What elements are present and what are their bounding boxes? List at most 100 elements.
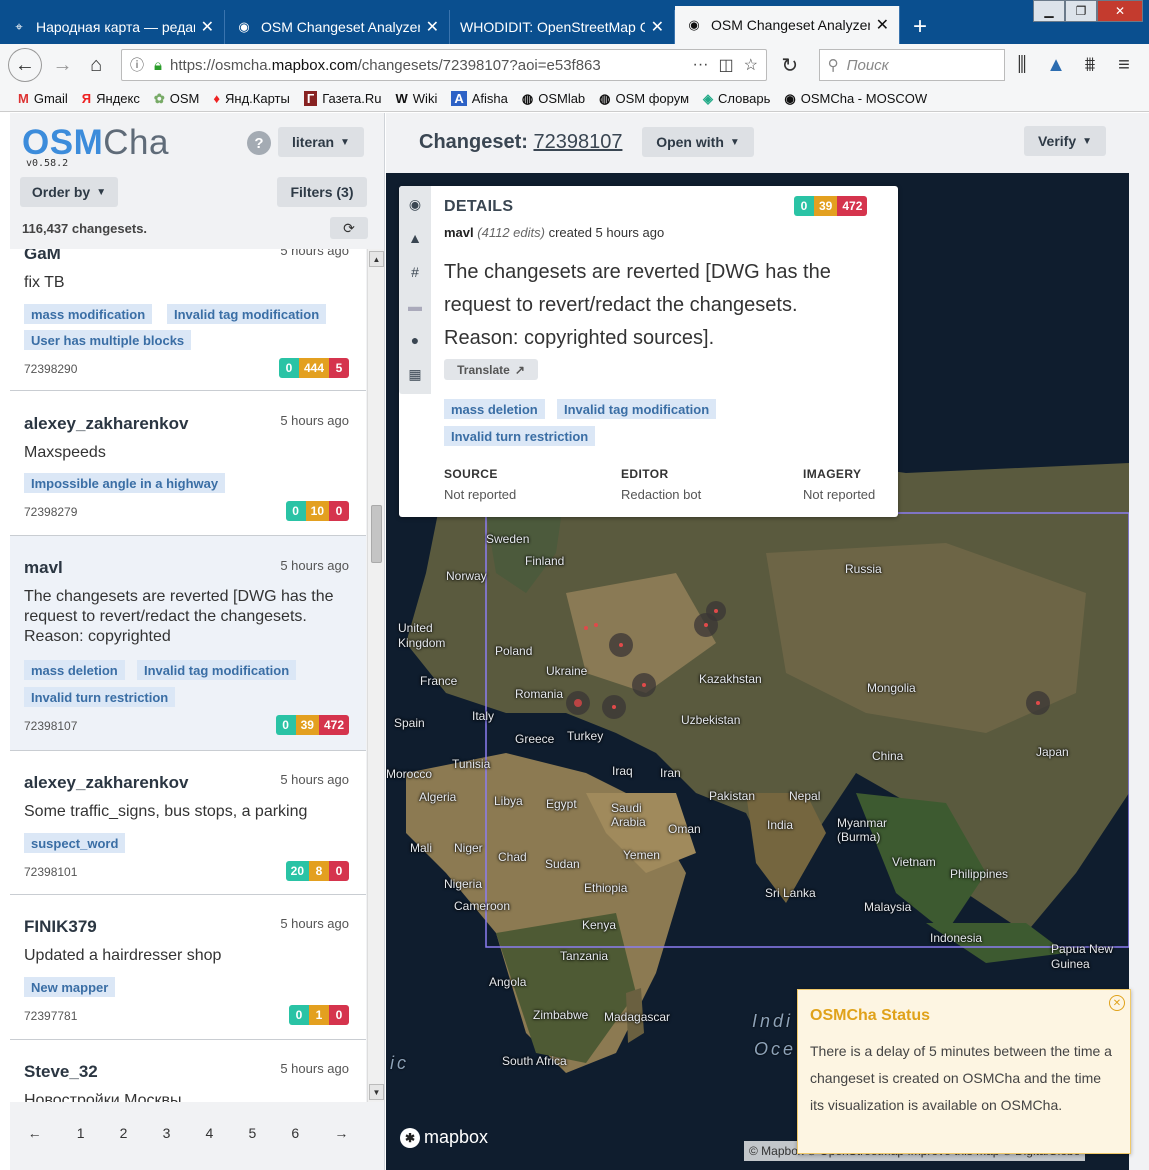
forward-button[interactable]: → xyxy=(46,48,80,82)
refresh-icon[interactable]: ⟳ xyxy=(330,217,368,239)
browser-tab-4[interactable]: ◉ OSM Changeset Analyzer ✕ xyxy=(675,6,900,44)
translate-button[interactable]: Translate ↗ xyxy=(444,359,538,380)
reload-icon[interactable]: ↻ xyxy=(773,48,807,82)
url-bar[interactable]: ⓘ 🔒︎ https://osmcha.mapbox.com/changeset… xyxy=(121,49,767,81)
created-count: 0 xyxy=(289,1005,309,1025)
imagery-value: Not reported xyxy=(803,487,876,502)
map-label: Pakistan xyxy=(709,789,756,803)
changeset-id-link[interactable]: 72398107 xyxy=(533,131,622,153)
bookmark-afisha[interactable]: A Afisha xyxy=(451,91,508,106)
bookmark-dictionary[interactable]: ◈ Словарь xyxy=(703,91,770,107)
map-label: Sri Lanka xyxy=(765,886,816,900)
bookmark-icon[interactable]: ⩩ xyxy=(1073,48,1107,82)
list-item[interactable]: GaM 5 hours ago fix TB mass modification… xyxy=(10,249,366,391)
bookmark-yandex-maps[interactable]: ♦ Янд.Карты xyxy=(213,91,289,106)
list-item-selected[interactable]: mavl 5 hours ago The changesets are reve… xyxy=(10,536,366,751)
bookmark-osm-forum[interactable]: ◍ OSM форум xyxy=(599,91,689,107)
warning-icon[interactable]: ▲ xyxy=(399,230,431,246)
modified-count: 39 xyxy=(814,196,838,216)
pocket-icon[interactable]: ◫ xyxy=(718,55,733,75)
imagery-label: IMAGERY xyxy=(803,467,862,481)
home-icon[interactable]: ⌂ xyxy=(79,48,113,82)
eye-icon[interactable]: ◉ xyxy=(399,196,431,213)
order-by-button[interactable]: Order by ▼ xyxy=(20,177,118,207)
maximize-button[interactable]: ❐ xyxy=(1065,0,1097,22)
browser-tab-1[interactable]: ⌖ Народная карта — редакт ✕ xyxy=(0,10,225,44)
changeset-user[interactable]: alexey_zakharenkov xyxy=(24,773,188,793)
changeset-list[interactable]: GaM 5 hours ago fix TB mass modification… xyxy=(10,249,366,1102)
bookmark-osmlab[interactable]: ◍ OSMlab xyxy=(522,91,585,107)
info-icon[interactable]: ⓘ xyxy=(130,55,144,75)
list-item[interactable]: alexey_zakharenkov 5 hours ago Maxspeeds… xyxy=(10,391,366,536)
page-6-button[interactable]: 6 xyxy=(291,1125,299,1141)
browser-tab-2[interactable]: ◉ OSM Changeset Analyzer ✕ xyxy=(225,10,450,44)
close-icon[interactable]: ✕ xyxy=(426,17,439,37)
changeset-user[interactable]: alexey_zakharenkov xyxy=(24,414,188,434)
browser-tab-bar: ⌖ Народная карта — редакт ✕ ◉ OSM Change… xyxy=(0,0,1149,44)
browser-nav-bar: ← → ⌂ ⓘ 🔒︎ https://osmcha.mapbox.com/cha… xyxy=(0,44,1149,86)
minimize-button[interactable]: ▁ xyxy=(1033,0,1065,22)
bookmark-label: Словарь xyxy=(718,91,771,106)
bookmark-wiki[interactable]: W Wiki xyxy=(396,91,438,106)
url-text[interactable]: https://osmcha.mapbox.com/changesets/723… xyxy=(170,57,682,74)
page-3-button[interactable]: 3 xyxy=(163,1125,171,1141)
page-1-button[interactable]: 1 xyxy=(77,1125,85,1141)
map-label: South Africa xyxy=(502,1054,567,1068)
url-prefix: https://osmcha. xyxy=(170,56,272,74)
close-window-button[interactable]: ✕ xyxy=(1097,0,1143,22)
list-item[interactable]: FINIK379 5 hours ago Updated a hairdress… xyxy=(10,895,366,1040)
page-2-button[interactable]: 2 xyxy=(120,1125,128,1141)
star-icon[interactable]: ☆ xyxy=(744,55,758,75)
close-icon[interactable]: ✕ xyxy=(876,15,889,35)
scroll-thumb[interactable] xyxy=(371,505,382,563)
bookmark-gazeta[interactable]: Г Газета.Ru xyxy=(303,91,382,106)
changeset-comment: Some traffic_signs, bus stops, a parking xyxy=(24,803,308,820)
osmcha-logo[interactable]: OSMCha xyxy=(22,123,169,163)
search-input[interactable]: ⚲ Поиск xyxy=(818,49,1005,81)
filters-button[interactable]: Filters (3) xyxy=(277,177,367,207)
scroll-down-arrow[interactable]: ▼ xyxy=(369,1084,384,1100)
bookmark-gmail[interactable]: M Gmail xyxy=(18,91,68,106)
mapbox-icon: ✱ xyxy=(400,1127,420,1148)
new-tab-button[interactable]: + xyxy=(900,10,940,44)
bookmark-osmcha-moscow[interactable]: ◉ OSMCha - MOSCOW xyxy=(784,91,927,107)
map-label: Libya xyxy=(494,794,523,808)
map-icon[interactable]: ▦ xyxy=(399,366,431,383)
hashtag-icon[interactable]: # xyxy=(399,264,431,280)
list-item[interactable]: alexey_zakharenkov 5 hours ago Some traf… xyxy=(10,751,366,895)
browser-tab-3[interactable]: WHODIDIT: OpenStreetMap Ch ✕ xyxy=(450,10,675,44)
library-icon[interactable]: ⫼ xyxy=(1005,48,1039,82)
bookmark-yandex[interactable]: Я Яндекс xyxy=(82,91,140,106)
changeset-user[interactable]: Steve_32 xyxy=(24,1062,98,1082)
changeset-user[interactable]: mavl xyxy=(24,558,63,578)
list-scrollbar[interactable]: ▲ ▼ xyxy=(367,249,384,1102)
close-icon[interactable]: ✕ xyxy=(1109,995,1125,1011)
mapbox-logo[interactable]: ✱ mapbox xyxy=(400,1127,488,1148)
bookmark-osm[interactable]: ✿ OSM xyxy=(154,91,200,107)
verify-button[interactable]: Verify ▼ xyxy=(1024,126,1106,156)
comment-icon[interactable]: ▬ xyxy=(399,298,431,314)
page-4-button[interactable]: 4 xyxy=(206,1125,214,1141)
page-5-button[interactable]: 5 xyxy=(248,1125,256,1141)
modified-count: 8 xyxy=(309,861,329,881)
changeset-comment: Новостройки Москвы xyxy=(24,1092,182,1102)
extension-icon[interactable]: ▲ xyxy=(1039,48,1073,82)
close-icon[interactable]: ✕ xyxy=(651,17,664,37)
globe-icon: ◍ xyxy=(521,90,534,106)
prev-page-button[interactable]: ← xyxy=(28,1125,42,1141)
changeset-user[interactable]: FINIK379 xyxy=(24,917,97,937)
user-icon[interactable]: ● xyxy=(399,332,431,348)
more-icon[interactable]: ··· xyxy=(693,56,709,74)
close-icon[interactable]: ✕ xyxy=(201,17,214,37)
menu-icon[interactable]: ≡ xyxy=(1107,48,1141,82)
scroll-up-arrow[interactable]: ▲ xyxy=(369,251,384,267)
help-icon[interactable]: ? xyxy=(247,131,271,155)
back-button[interactable]: ← xyxy=(8,48,42,82)
map-label: Uzbekistan xyxy=(681,713,741,727)
open-with-button[interactable]: Open with ▼ xyxy=(642,127,754,157)
user-menu-button[interactable]: literan ▼ xyxy=(278,127,364,157)
changeset-user[interactable]: GaM xyxy=(24,249,61,264)
next-page-button[interactable]: → xyxy=(334,1125,348,1141)
list-item[interactable]: Steve_32 5 hours ago Новостройки Москвы xyxy=(10,1040,366,1102)
details-user[interactable]: mavl xyxy=(444,225,474,240)
